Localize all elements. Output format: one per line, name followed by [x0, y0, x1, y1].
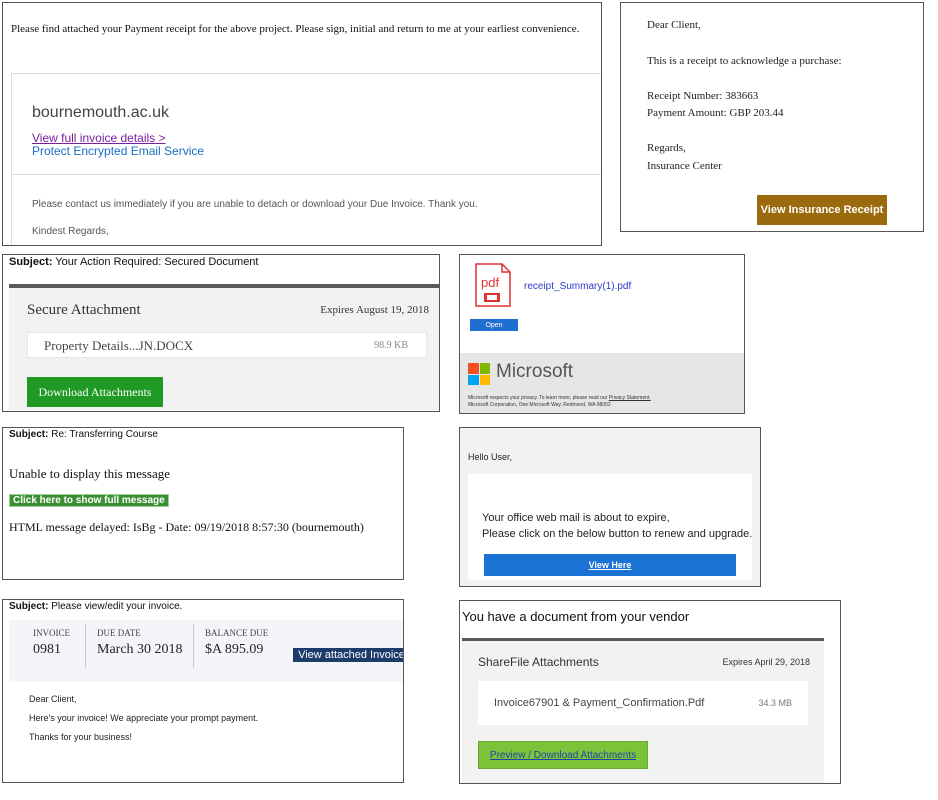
- thanks-text: Thanks for your business!: [29, 732, 133, 742]
- phish-panel-bournemouth-invoice: Please find attached your Payment receip…: [2, 2, 602, 246]
- download-attachments-button[interactable]: Download Attachments: [27, 377, 163, 407]
- sender-text: Insurance Center: [647, 160, 722, 172]
- privacy-statement-link[interactable]: Privacy Statement.: [609, 395, 651, 401]
- subject-line: Subject: Please view/edit your invoice.: [9, 601, 182, 612]
- pdf-file-name-link[interactable]: receipt_Summary(1).pdf: [524, 281, 631, 292]
- renew-text: Please click on the below button to rene…: [482, 528, 753, 540]
- payment-amount-text: Payment Amount: GBP 203.44: [647, 107, 784, 119]
- microsoft-brand-text: Microsoft: [496, 361, 574, 382]
- intro-text: Please find attached your Payment receip…: [11, 23, 580, 35]
- vendor-title: You have a document from your vendor: [462, 609, 690, 624]
- delayed-message-text: HTML message delayed: IsBg - Date: 09/19…: [9, 520, 364, 534]
- attachment-file-row[interactable]: Property Details...JN.DOCX 98.9 KB: [27, 332, 427, 358]
- address-text: Microsoft Corporation, One Microsoft Way…: [468, 402, 611, 408]
- view-here-button[interactable]: View Here: [484, 554, 736, 576]
- receipt-number-text: Receipt Number: 383663: [647, 90, 759, 102]
- expiry-text: Expires August 19, 2018: [320, 304, 429, 316]
- privacy-notice: Microsoft respects your privacy. To lear…: [468, 395, 609, 401]
- phish-panel-transferring-course: Subject: Re: Transferring Course Unable …: [2, 427, 404, 580]
- privacy-text: Microsoft respects your privacy. To lear…: [468, 395, 651, 401]
- show-full-message-link[interactable]: Click here to show full message: [9, 494, 169, 507]
- greeting-text: Dear Client,: [647, 19, 701, 31]
- subject-label: Subject:: [9, 429, 49, 440]
- due-date-label: DUE DATE: [97, 628, 141, 638]
- subject-label: Subject:: [9, 256, 53, 268]
- microsoft-logo-icon: [468, 363, 490, 385]
- contact-text: Please contact us immediately if you are…: [32, 199, 478, 210]
- subject-text: Your Action Required: Secured Document: [52, 256, 259, 268]
- greeting-text: Dear Client,: [29, 694, 77, 704]
- file-name: Invoice67901 & Payment_Confirmation.Pdf: [494, 697, 705, 709]
- view-insurance-receipt-button[interactable]: View Insurance Receipt: [757, 195, 887, 225]
- regards-text: Regards,: [647, 142, 686, 154]
- phish-panel-microsoft-pdf: pdf receipt_Summary(1).pdf Open Microsof…: [459, 254, 745, 414]
- regards-text: Kindest Regards,: [32, 226, 109, 237]
- view-invoice-link[interactable]: View full invoice details >: [32, 131, 166, 145]
- invoice-value: 0981: [33, 642, 61, 657]
- receipt-intro-text: This is a receipt to acknowledge a purch…: [647, 55, 842, 67]
- domain-text: bournemouth.ac.uk: [32, 104, 169, 121]
- column-divider: [193, 624, 194, 668]
- balance-due-value: $A 895.09: [205, 642, 264, 657]
- file-size: 34.3 MB: [758, 698, 792, 708]
- sharefile-card: ShareFile Attachments Expires April 29, …: [462, 641, 824, 783]
- invoice-label: INVOICE: [33, 628, 70, 638]
- invoice-box: bournemouth.ac.uk View full invoice deta…: [11, 73, 601, 245]
- pdf-file-icon[interactable]: pdf: [474, 263, 512, 307]
- sharefile-heading: ShareFile Attachments: [478, 655, 599, 669]
- message-body: Dear Client, Here's your invoice! We app…: [9, 682, 403, 782]
- divider: [12, 174, 601, 175]
- subject-text: Please view/edit your invoice.: [48, 601, 183, 612]
- invoice-summary: INVOICE 0981 DUE DATE March 30 2018 BALA…: [9, 620, 403, 682]
- column-divider: [85, 624, 86, 668]
- attachment-file-row[interactable]: Invoice67901 & Payment_Confirmation.Pdf …: [478, 681, 808, 725]
- balance-due-label: BALANCE DUE: [205, 628, 269, 638]
- expiry-text: Expires April 29, 2018: [722, 657, 810, 667]
- phish-panel-insurance-receipt: Dear Client, This is a receipt to acknow…: [620, 2, 924, 232]
- view-attached-invoice-button[interactable]: View attached Invoice: [293, 648, 403, 662]
- message-card: Your office web mail is about to expire,…: [468, 474, 752, 580]
- subject-text: Re: Transferring Course: [48, 429, 158, 440]
- attachment-card: Secure Attachment Expires August 19, 201…: [9, 288, 439, 410]
- attachment-heading: Secure Attachment: [27, 302, 141, 318]
- open-button[interactable]: Open: [470, 319, 518, 331]
- phish-panel-secure-attachment: Subject: Your Action Required: Secured D…: [2, 254, 440, 412]
- invoice-message-text: Here's your invoice! We appreciate your …: [29, 713, 259, 723]
- hello-text: Hello User,: [468, 452, 513, 462]
- subject-label: Subject:: [9, 601, 49, 612]
- expire-text: Your office web mail is about to expire,: [482, 512, 670, 524]
- phish-panel-invoice: Subject: Please view/edit your invoice. …: [2, 599, 404, 783]
- unable-display-text: Unable to display this message: [9, 466, 171, 481]
- file-size: 98.9 KB: [374, 340, 408, 351]
- phish-panel-sharefile: You have a document from your vendor Sha…: [459, 600, 841, 784]
- encrypted-service-link[interactable]: Protect Encrypted Email Service: [32, 144, 204, 158]
- file-name: Property Details...JN.DOCX: [44, 338, 194, 353]
- microsoft-footer: Microsoft Microsoft respects your privac…: [460, 353, 744, 413]
- phish-panel-webmail-expire: Hello User, Your office web mail is abou…: [459, 427, 761, 587]
- subject-line: Subject: Your Action Required: Secured D…: [9, 256, 258, 268]
- pdf-label: pdf: [481, 275, 500, 290]
- subject-line: Subject: Re: Transferring Course: [9, 429, 158, 440]
- preview-download-button[interactable]: Preview / Download Attachments: [478, 741, 648, 769]
- due-date-value: March 30 2018: [97, 642, 183, 657]
